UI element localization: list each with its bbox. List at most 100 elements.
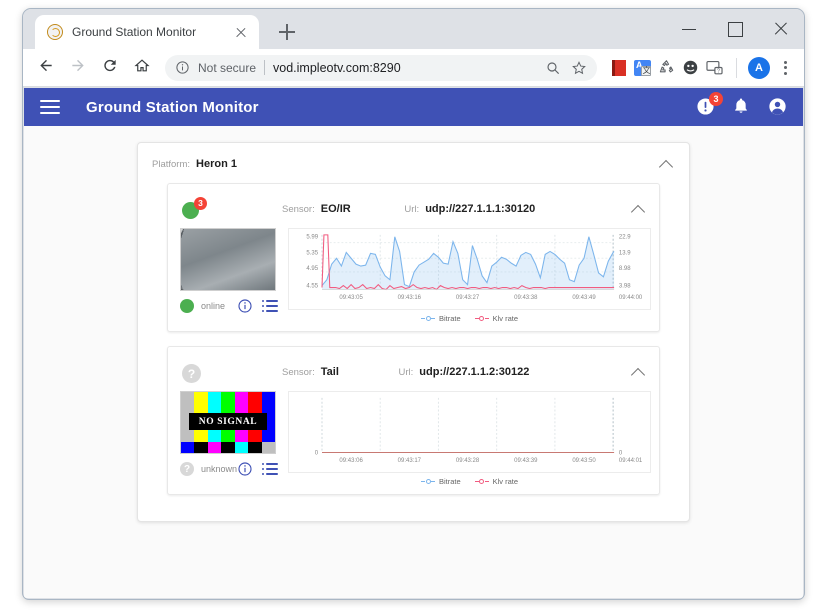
x-tick: 09:44:00 [619, 295, 643, 301]
chart-container: 5.99 5.35 4.95 4.55 22.9 13.9 8.98 3.98 … [288, 228, 651, 325]
sensor-url: udp://227.1.1.1:30120 [425, 203, 536, 215]
cast-extension-icon[interactable]: ? [705, 58, 725, 78]
legend-item-klv-rate[interactable]: Klv rate [474, 314, 519, 323]
omnibox-actions [541, 56, 591, 80]
thumbnail-column: online [180, 228, 278, 314]
info-circle-icon[interactable] [237, 461, 253, 477]
legend-item-bitrate[interactable]: Bitrate [420, 314, 461, 323]
kebab-menu-icon[interactable] [774, 57, 796, 79]
bitrate-klv-chart-empty[interactable]: 0 0 09:43:06 09:43:17 09:43:28 09:43:39 … [288, 391, 651, 473]
face-extension-icon[interactable] [681, 58, 701, 78]
list-details-icon[interactable] [262, 462, 279, 476]
y-left-tick: 5.35 [306, 250, 318, 256]
security-label: Not secure [198, 60, 257, 75]
bookmark-star-icon[interactable] [567, 56, 591, 80]
screenshot-root: Ground Station Monitor Not secure vod.im… [0, 0, 827, 613]
chart-axis-x-labels: 09:43:05 09:43:16 09:43:27 09:43:38 09:4… [339, 295, 642, 301]
browser-tab[interactable]: Ground Station Monitor [35, 15, 259, 49]
home-button[interactable] [127, 53, 157, 83]
bitrate-klv-chart[interactable]: 5.99 5.35 4.95 4.55 22.9 13.9 8.98 3.98 … [288, 228, 651, 310]
video-thumbnail[interactable]: NO SIGNAL [180, 391, 276, 454]
sensor-url-field: Url: udp://227.1.1.1:30120 [404, 203, 535, 215]
chart-axis-right-labels: 0 [619, 450, 623, 456]
y-right-tick: 3.98 [619, 284, 631, 290]
search-icon[interactable] [541, 56, 565, 80]
tab-strip: Ground Station Monitor [23, 9, 804, 49]
chart-series-bitrate [321, 236, 615, 290]
app-header-actions: 3 [695, 92, 789, 118]
x-tick: 09:43:27 [456, 295, 480, 301]
chart-gridlines [321, 397, 614, 453]
chart-svg: 0 0 09:43:06 09:43:17 09:43:28 09:43:39 … [315, 397, 643, 464]
back-button[interactable] [31, 53, 61, 83]
sensor-name-field: Sensor: Tail [282, 366, 339, 378]
legend-label: Bitrate [438, 477, 461, 486]
chart-svg: 5.99 5.35 4.95 4.55 22.9 13.9 8.98 3.98 … [306, 234, 643, 301]
legend-item-bitrate[interactable]: Bitrate [420, 477, 461, 486]
sensor-header[interactable]: ? Sensor: Tail Url: udp://227.1.1.2:3012… [168, 355, 659, 391]
x-tick: 09:43:17 [398, 458, 422, 464]
maximize-button[interactable] [712, 9, 758, 49]
status-dot-online-icon [180, 299, 194, 313]
legend-label: Bitrate [438, 314, 461, 323]
profile-avatar[interactable]: A [748, 56, 770, 79]
reading-list-extension-icon[interactable] [609, 57, 629, 78]
x-tick: 09:43:50 [572, 458, 596, 464]
tab-close-icon[interactable] [231, 22, 251, 42]
platform-label: Platform: [152, 158, 191, 170]
chart-legend: Bitrate Klv rate [288, 477, 651, 488]
platform-card: Platform: Heron 1 3 Sensor: EO/IR Url: u… [137, 142, 690, 522]
x-tick: 09:43:05 [339, 295, 363, 301]
chart-axis-left-labels: 0 [315, 450, 319, 456]
video-thumbnail[interactable] [180, 228, 276, 291]
status-text: online [201, 301, 226, 311]
svg-text:?: ? [717, 68, 720, 74]
address-bar[interactable]: Not secure vod.impleotv.com:8290 [165, 54, 597, 81]
sensor-alert-badge: 3 [194, 197, 207, 210]
new-tab-button[interactable] [275, 20, 299, 44]
legend-label: Klv rate [492, 314, 519, 323]
chart-axis-left-labels: 5.99 5.35 4.95 4.55 [306, 235, 318, 290]
sensor-label: Sensor: [282, 367, 315, 378]
sensor-name-field: Sensor: EO/IR [282, 203, 351, 215]
list-details-icon[interactable] [262, 299, 278, 313]
browser-window: Ground Station Monitor Not secure vod.im… [22, 8, 805, 600]
sensor-header[interactable]: 3 Sensor: EO/IR Url: udp://227.1.1.1:301… [168, 192, 659, 228]
sensor-name: EO/IR [320, 203, 351, 215]
chart-legend: Bitrate Klv rate [288, 314, 651, 325]
platform-collapse-chevron-up-icon[interactable] [657, 155, 675, 173]
y-left-tick: 4.95 [306, 266, 318, 272]
sensor-collapse-chevron-up-icon[interactable] [629, 363, 647, 381]
y-right-tick: 0 [619, 450, 623, 456]
status-text: unknown [201, 464, 238, 474]
thumbnail-status-bar: online [180, 298, 278, 314]
x-tick: 09:43:06 [339, 458, 363, 464]
sensor-collapse-chevron-up-icon[interactable] [629, 200, 647, 218]
close-button[interactable] [758, 9, 804, 49]
account-circle-icon[interactable] [767, 96, 789, 118]
status-dot-unknown-icon: ? [182, 364, 201, 383]
browser-toolbar: Not secure vod.impleotv.com:8290 A 文 ? A [23, 49, 804, 87]
legend-item-klv-rate[interactable]: Klv rate [474, 477, 518, 486]
google-translate-extension-icon[interactable] [633, 58, 653, 78]
platform-name: Heron 1 [196, 158, 237, 170]
info-circle-icon[interactable] [175, 60, 191, 76]
sensor-card: 3 Sensor: EO/IR Url: udp://227.1.1.1:301… [167, 183, 660, 332]
y-left-tick: 0 [315, 450, 319, 456]
platform-header[interactable]: Platform: Heron 1 [138, 153, 689, 183]
hamburger-menu-icon[interactable] [40, 100, 60, 114]
info-circle-icon[interactable] [237, 298, 253, 314]
forward-button[interactable] [63, 53, 93, 83]
recycle-extension-icon[interactable] [657, 58, 677, 78]
x-tick: 09:43:49 [572, 295, 596, 301]
reload-button[interactable] [95, 53, 125, 83]
x-tick: 09:43:38 [514, 295, 538, 301]
toolbar-divider [736, 57, 737, 78]
bell-icon[interactable] [731, 96, 753, 118]
x-tick: 09:43:39 [514, 458, 538, 464]
sensor-name: Tail [320, 366, 339, 378]
sensor-status-indicator: ? [182, 361, 204, 383]
alert-exclamation-icon[interactable]: 3 [695, 92, 723, 118]
app-header: Ground Station Monitor 3 [24, 88, 803, 126]
minimize-button[interactable] [666, 9, 712, 49]
